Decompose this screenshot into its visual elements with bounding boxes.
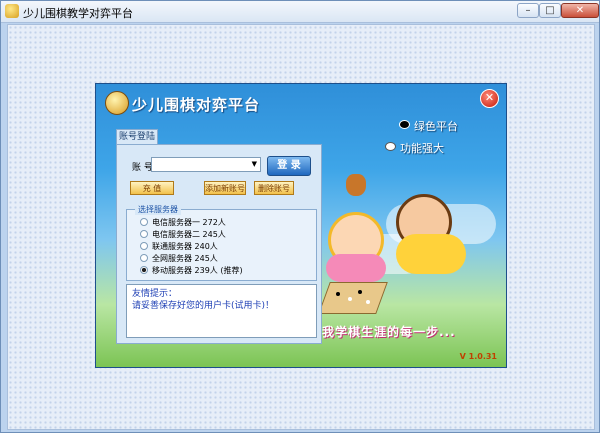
dog-illustration xyxy=(346,174,366,196)
server-option[interactable]: 移动服务器 239人 (推荐) xyxy=(140,265,243,276)
radio-icon xyxy=(140,254,148,262)
close-button[interactable]: ✕ xyxy=(561,3,599,18)
title-bar[interactable]: 少儿围棋教学对弈平台 – □ ✕ xyxy=(1,1,599,23)
server-option[interactable]: 电信服务器二 245人 xyxy=(140,229,226,240)
go-stone xyxy=(358,290,362,294)
go-stone xyxy=(348,297,352,301)
white-stone-icon xyxy=(385,142,396,151)
close-icon: ✕ xyxy=(575,5,585,16)
slogan-powerful: 功能强大 xyxy=(400,142,444,155)
girl-body-illustration xyxy=(326,254,386,282)
login-panel: 少儿围棋对弈平台 ✕ 绿色平台 功能强大 记录我学棋生涯的每一步... V 1.… xyxy=(95,83,507,368)
server-legend: 选择服务器 xyxy=(135,204,181,215)
version-label: V 1.0.31 xyxy=(459,352,497,361)
slogan-green-platform: 绿色平台 xyxy=(414,120,458,133)
server-option[interactable]: 电信服务器一 272人 xyxy=(140,217,226,228)
panel-title: 少儿围棋对弈平台 xyxy=(132,96,261,114)
panel-close-icon: ✕ xyxy=(484,91,495,104)
recharge-label: 充 值 xyxy=(142,184,162,193)
tip-body: 请妥善保存好您的用户卡(试用卡)！ xyxy=(132,301,275,311)
login-form: 账 号： ▼ 登 录 充 值 添加新账号 删除账号 选择服务器 电信服务器一 2… xyxy=(116,144,322,344)
go-stone xyxy=(336,292,340,296)
tip-box: 友情提示： 请妥善保存好您的用户卡(试用卡)！ xyxy=(126,284,317,338)
delete-account-button[interactable]: 删除账号 xyxy=(254,181,294,195)
minimize-icon: – xyxy=(525,5,531,16)
black-stone-icon xyxy=(399,120,410,129)
radio-icon xyxy=(140,218,148,226)
boy-body-illustration xyxy=(396,234,466,274)
chevron-down-icon: ▼ xyxy=(251,160,257,168)
tab-account-login[interactable]: 账号登陆 xyxy=(116,129,158,145)
tip-title: 友情提示： xyxy=(132,289,178,299)
radio-icon xyxy=(140,242,148,250)
radio-icon xyxy=(140,230,148,238)
panel-close-button[interactable]: ✕ xyxy=(480,89,499,108)
app-window: 少儿围棋教学对弈平台 – □ ✕ 少儿围棋对弈平台 ✕ 绿色平台 功能强大 记录… xyxy=(0,0,600,433)
window-title: 少儿围棋教学对弈平台 xyxy=(23,7,133,20)
server-option[interactable]: 联通服务器 240人 xyxy=(140,241,218,252)
go-stone xyxy=(366,300,370,304)
app-icon xyxy=(5,4,19,18)
minimize-button[interactable]: – xyxy=(517,3,539,18)
add-account-button[interactable]: 添加新账号 xyxy=(204,181,246,195)
recharge-button[interactable]: 充 值 xyxy=(130,181,174,195)
server-group: 选择服务器 电信服务器一 272人 电信服务器二 245人 联通服务器 240人… xyxy=(126,204,317,281)
radio-selected-icon xyxy=(140,266,148,274)
go-board-illustration xyxy=(318,282,388,314)
maximize-icon: □ xyxy=(545,5,555,16)
maximize-button[interactable]: □ xyxy=(539,3,561,18)
server-option[interactable]: 全网服务器 245人 xyxy=(140,253,218,264)
login-button[interactable]: 登 录 xyxy=(267,156,311,176)
logo-icon xyxy=(105,91,129,115)
account-select[interactable]: ▼ xyxy=(151,157,261,172)
